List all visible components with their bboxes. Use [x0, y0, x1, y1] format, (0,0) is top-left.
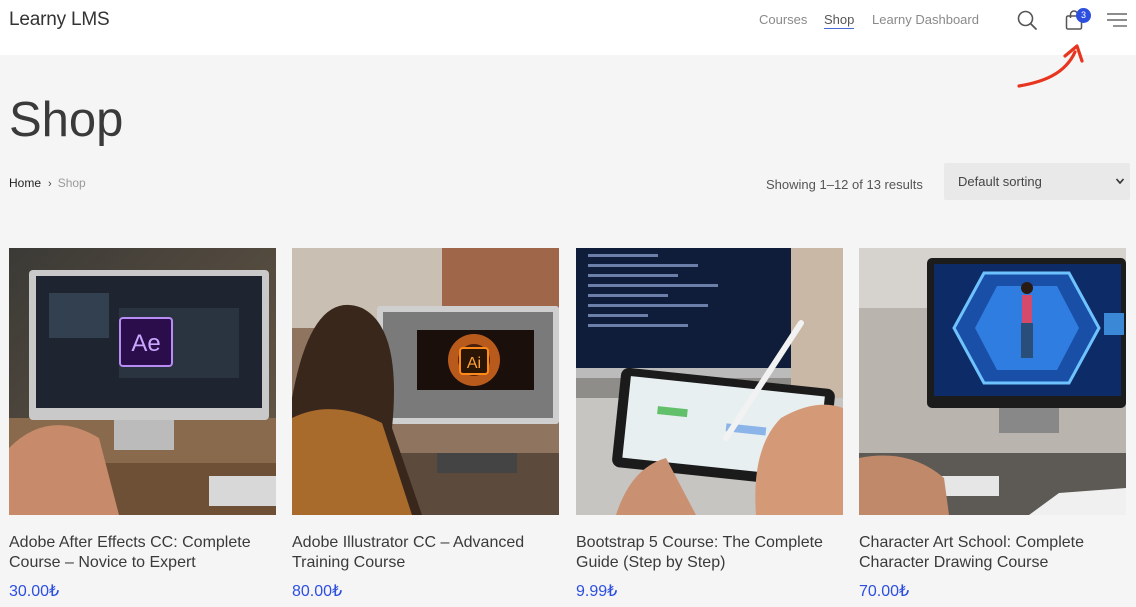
product-price: 70.00₺	[859, 583, 910, 600]
cart-count-badge: 3	[1076, 8, 1091, 23]
product-title[interactable]: Character Art School: Complete Character…	[859, 533, 1136, 573]
product-price: 30.00₺	[9, 583, 60, 600]
after-effects-logo: Ae	[131, 330, 160, 357]
product-card[interactable]: Ae Adobe After Effects CC: Complete Cour…	[9, 248, 276, 600]
results-count: Showing 1–12 of 13 results	[766, 177, 923, 192]
illustrator-logo: Ai	[467, 355, 481, 372]
breadcrumb-current: Shop	[57, 176, 86, 190]
chevron-down-icon	[1115, 178, 1125, 185]
sort-select[interactable]: Default sorting	[944, 163, 1130, 200]
site-logo[interactable]: Learny LMS	[9, 9, 110, 31]
page-title: Shop	[9, 93, 124, 147]
sort-selected-value: Default sorting	[958, 174, 1042, 189]
chevron-right-icon: ›	[48, 178, 52, 190]
product-title[interactable]: Adobe After Effects CC: Complete Course …	[9, 533, 289, 573]
product-card[interactable]: Bootstrap 5 Course: The Complete Guide (…	[576, 248, 843, 600]
product-card[interactable]: Ai Adobe Illustrator CC – Advanced Train…	[292, 248, 559, 600]
product-image[interactable]: Ai	[292, 248, 559, 515]
breadcrumb-home[interactable]: Home	[9, 176, 41, 190]
product-image[interactable]: Ae	[9, 248, 276, 515]
breadcrumb: Home › Shop	[9, 176, 86, 190]
product-image[interactable]	[576, 248, 843, 515]
product-price: 9.99₺	[576, 583, 618, 600]
site-header: Learny LMS Courses Shop Learny Dashboard…	[0, 0, 1136, 55]
nav-courses[interactable]: Courses	[759, 12, 807, 27]
annotation-arrow-icon	[1017, 44, 1084, 88]
search-icon[interactable]	[1016, 9, 1038, 31]
product-price: 80.00₺	[292, 583, 343, 600]
product-image[interactable]	[859, 248, 1126, 515]
menu-icon[interactable]	[1106, 11, 1128, 29]
product-title[interactable]: Bootstrap 5 Course: The Complete Guide (…	[576, 533, 856, 573]
product-title[interactable]: Adobe Illustrator CC – Advanced Training…	[292, 533, 572, 573]
nav-shop[interactable]: Shop	[824, 12, 855, 29]
nav-learny-dashboard[interactable]: Learny Dashboard	[872, 12, 979, 27]
product-card[interactable]: Character Art School: Complete Character…	[859, 248, 1126, 600]
